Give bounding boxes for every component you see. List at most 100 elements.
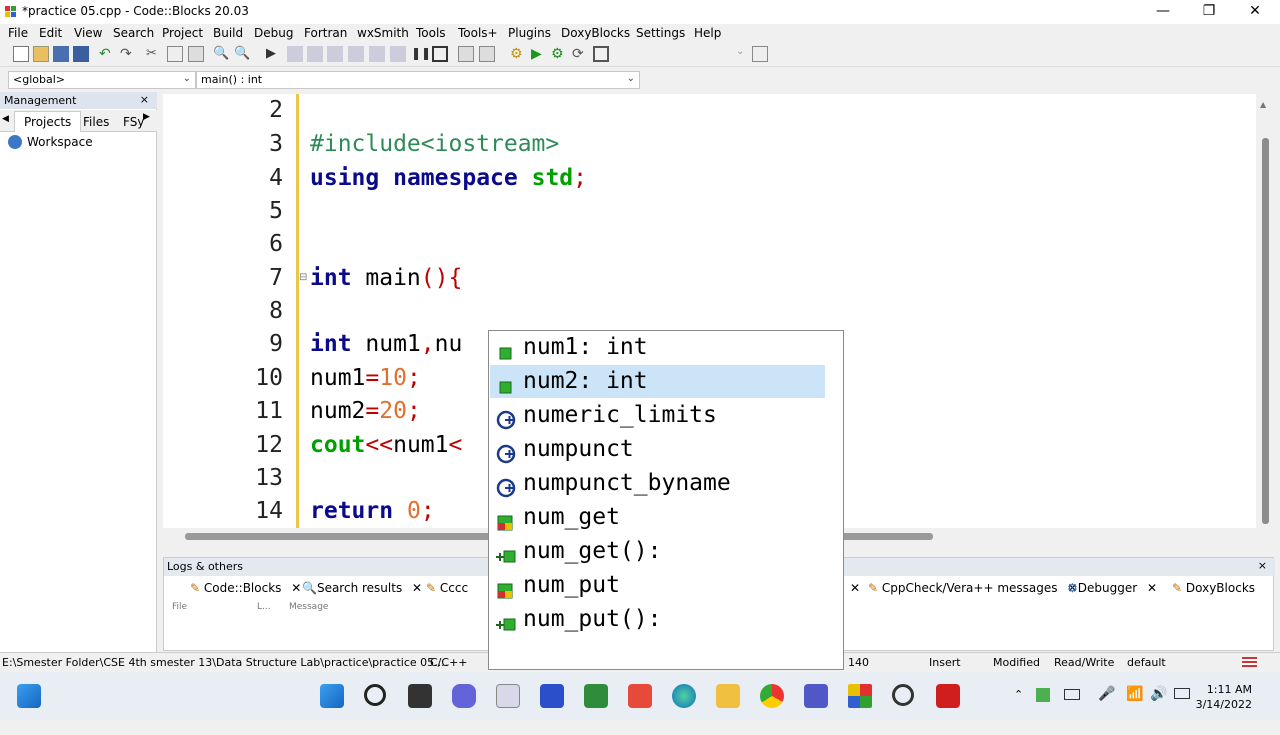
run-green-icon[interactable]: ▶	[531, 46, 547, 62]
menu-edit[interactable]: Edit	[39, 26, 62, 40]
tab-debugger[interactable]: ⚙Debugger ✕	[1067, 578, 1157, 598]
start-menu-icon[interactable]	[17, 684, 41, 708]
abort-icon[interactable]	[593, 46, 609, 62]
autocomplete-item[interactable]: num_get():	[490, 535, 825, 568]
menu-file[interactable]: File	[8, 26, 28, 40]
maximize-button[interactable]: ❐	[1186, 0, 1232, 24]
save-icon[interactable]	[53, 46, 69, 62]
target-dropdown-chevron-icon[interactable]: ⌄	[736, 46, 752, 62]
chat-icon[interactable]	[452, 684, 476, 708]
run-icon[interactable]: ▶	[266, 46, 282, 62]
tab-scroll-right-icon[interactable]: ▶	[143, 112, 150, 122]
menu-help[interactable]: Help	[694, 26, 721, 40]
windows-start-icon[interactable]	[320, 684, 344, 708]
autocomplete-item-selected[interactable]: num2: int	[490, 365, 825, 398]
replace-icon[interactable]: 🔍	[234, 46, 250, 62]
copy-icon[interactable]	[167, 46, 183, 62]
close-button[interactable]: ✕	[1232, 0, 1278, 24]
tab-fsymbols[interactable]: FSy	[123, 115, 144, 129]
menu-doxyblocks[interactable]: DoxyBlocks	[561, 26, 630, 40]
close-icon[interactable]: ✕	[412, 581, 422, 595]
step-into-icon[interactable]	[327, 46, 343, 62]
column-header-message[interactable]: Message	[289, 602, 328, 612]
tab-cccc[interactable]: ✎ Cccc	[426, 578, 468, 598]
menu-search[interactable]: Search	[113, 26, 154, 40]
undo-icon[interactable]: ↶	[99, 46, 115, 62]
scope-combo[interactable]: <global> ⌄	[8, 71, 196, 89]
build-options-icon[interactable]	[752, 46, 768, 62]
menu-settings[interactable]: Settings	[636, 26, 685, 40]
autocomplete-item[interactable]: numpunct	[490, 433, 825, 466]
open-file-icon[interactable]	[33, 46, 49, 62]
tab-search-results[interactable]: 🔍Search results ✕	[302, 578, 422, 598]
menu-tools[interactable]: Tools	[416, 26, 446, 40]
tab-doxyblocks[interactable]: ✎ DoxyBlocks	[1172, 578, 1255, 598]
tab-projects[interactable]: Projects	[14, 111, 82, 132]
column-header-line[interactable]: L...	[257, 602, 271, 612]
autocomplete-item[interactable]: numpunct_byname	[490, 467, 825, 500]
tab-codeblocks-log[interactable]: ✎ Code::Blocks ✕	[190, 578, 301, 598]
obs-studio-icon[interactable]	[892, 684, 914, 706]
menu-build[interactable]: Build	[213, 26, 243, 40]
task-view-icon[interactable]	[408, 684, 432, 708]
menu-debug[interactable]: Debug	[254, 26, 293, 40]
menu-wxsmith[interactable]: wxSmith	[357, 26, 409, 40]
autocomplete-item[interactable]: num1: int	[490, 331, 825, 364]
autocomplete-item[interactable]: num_get	[490, 501, 825, 534]
file-explorer-icon[interactable]	[716, 684, 740, 708]
build-gear-icon[interactable]: ⚙	[510, 46, 526, 62]
step-out-icon[interactable]	[348, 46, 364, 62]
new-file-icon[interactable]	[13, 46, 29, 62]
excel-icon[interactable]	[584, 684, 608, 708]
debug-info-icon[interactable]	[479, 46, 495, 62]
menu-project[interactable]: Project	[162, 26, 203, 40]
close-icon[interactable]: ✕	[850, 578, 860, 598]
build-and-run-icon[interactable]: ⚙	[551, 46, 567, 62]
find-icon[interactable]: 🔍	[213, 46, 229, 62]
chrome-browser-icon[interactable]	[760, 684, 784, 708]
editor-vertical-scrollbar[interactable]: ▲	[1256, 94, 1274, 528]
search-icon[interactable]	[364, 684, 386, 706]
function-combo[interactable]: main() : int ⌄	[196, 71, 640, 89]
step-instruction-icon[interactable]	[390, 46, 406, 62]
column-header-file[interactable]: File	[172, 602, 187, 612]
next-instruction-icon[interactable]	[369, 46, 385, 62]
menu-fortran[interactable]: Fortran	[304, 26, 347, 40]
teams-icon[interactable]	[804, 684, 828, 708]
autocomplete-item[interactable]: num_put():	[490, 603, 825, 636]
keyboard-icon[interactable]	[1064, 689, 1080, 700]
fold-marker-icon[interactable]: ⊟	[299, 272, 307, 283]
debug-windows-icon[interactable]	[458, 46, 474, 62]
pause-icon[interactable]: ❚❚	[411, 46, 431, 62]
tab-files[interactable]: Files	[83, 115, 109, 129]
wifi-icon[interactable]: 📶	[1126, 686, 1143, 702]
tab-scroll-left-icon[interactable]: ◀	[2, 114, 9, 124]
menu-view[interactable]: View	[74, 26, 102, 40]
logs-close-button[interactable]: ×	[1258, 559, 1267, 572]
redo-icon[interactable]: ↷	[120, 46, 136, 62]
management-close-button[interactable]: ×	[140, 93, 149, 106]
run-to-cursor-icon[interactable]	[287, 46, 303, 62]
close-icon[interactable]: ✕	[291, 581, 301, 595]
save-all-icon[interactable]	[73, 46, 89, 62]
next-line-icon[interactable]	[307, 46, 323, 62]
tab-cppcheck[interactable]: ✎ CppCheck/Vera++ messages ✕	[868, 578, 1077, 598]
battery-icon[interactable]	[1174, 688, 1190, 699]
codeblocks-taskbar-icon[interactable]	[848, 684, 872, 708]
minimize-button[interactable]: —	[1140, 0, 1186, 24]
cut-icon[interactable]: ✂	[146, 46, 162, 62]
menu-tools-plus[interactable]: Tools+	[458, 26, 498, 40]
autocomplete-item[interactable]: num_put	[490, 569, 825, 602]
stop-debug-icon[interactable]	[432, 46, 448, 62]
taskbar-clock[interactable]: 1:11 AM 3/14/2022	[1196, 682, 1252, 712]
workspace-tree-item[interactable]: Workspace	[27, 135, 93, 149]
scroll-up-arrow-icon[interactable]: ▲	[1260, 100, 1266, 109]
microphone-icon[interactable]: 🎤	[1098, 686, 1115, 702]
close-icon[interactable]: ✕	[1147, 581, 1157, 595]
rebuild-icon[interactable]: ⟳	[572, 46, 588, 62]
visual-studio-code-icon[interactable]	[540, 684, 564, 708]
edge-browser-icon[interactable]	[672, 684, 696, 708]
paste-icon[interactable]	[188, 46, 204, 62]
snipping-tool-icon[interactable]	[496, 684, 520, 708]
autocomplete-popup[interactable]: num1: int num2: int numeric_limits numpu…	[488, 330, 844, 670]
